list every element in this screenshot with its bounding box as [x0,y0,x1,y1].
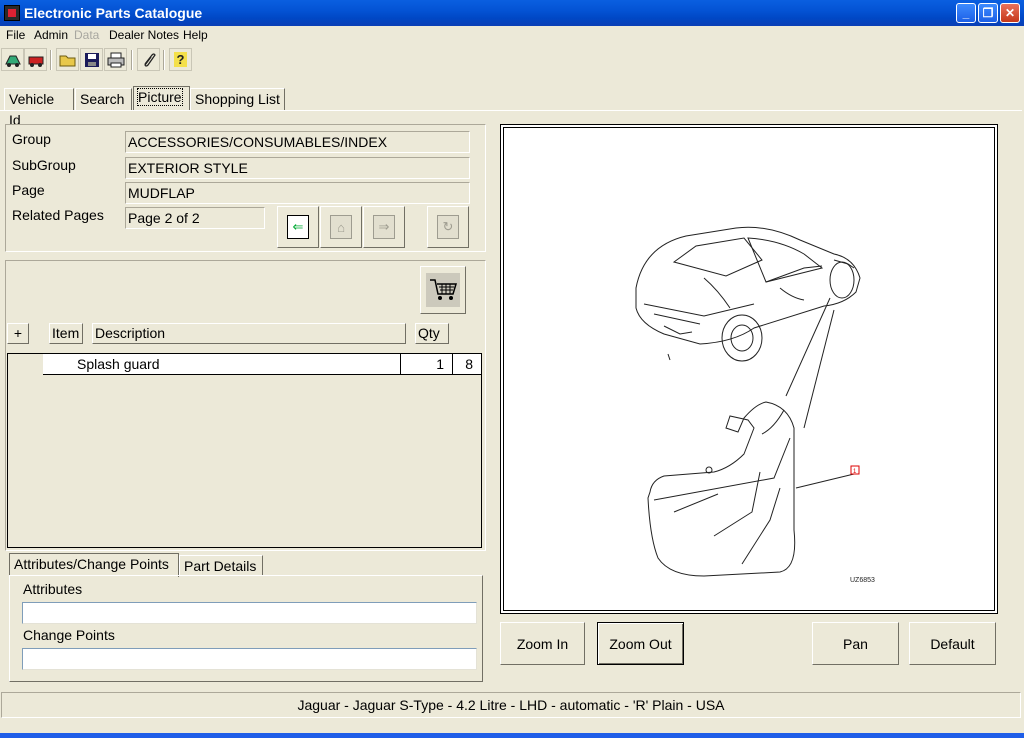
zoom-in-button[interactable]: Zoom In [500,622,585,665]
print-icon[interactable] [104,48,127,71]
home-page-button[interactable]: ⌂ [320,206,362,248]
pan-button[interactable]: Pan [812,622,899,665]
subgroup-label: SubGroup [12,157,76,173]
app-icon [4,5,20,21]
tab-attributes-change-points[interactable]: Attributes/Change Points [9,553,179,577]
title-bar: Electronic Parts Catalogue _ ❐ ✕ [0,0,1024,26]
mudflap-drawing: 1 UZ6853 [635,226,875,584]
restore-button[interactable]: ❐ [978,3,998,23]
menu-help[interactable]: Help [183,28,208,42]
next-page-icon: ⇒ [373,215,395,239]
part-qty: 1 [400,354,452,374]
minimize-button[interactable]: _ [956,3,976,23]
page-field: MUDFLAP [125,182,470,204]
toolbar-separator [50,50,52,70]
drawing-id: UZ6853 [850,577,875,584]
part-description: Splash guard [77,356,160,372]
window-title: Electronic Parts Catalogue [24,5,203,21]
menu-bar: File Admin Data Dealer Notes Help [0,27,1024,45]
part-ref: 8 [452,354,481,374]
tab-search[interactable]: Search [75,88,132,110]
vehicle-status-bar: Jaguar - Jaguar S-Type - 4.2 Litre - LHD… [1,692,1021,718]
illustration-frame: 1 UZ6853 [503,127,995,611]
zoom-out-button[interactable]: Zoom Out [597,622,684,665]
table-row[interactable]: Splash guard 1 8 [43,354,481,375]
expand-column-header[interactable]: + [7,323,29,344]
qty-column-header[interactable]: Qty [415,323,449,344]
page-label: Page [12,182,45,198]
menu-data[interactable]: Data [74,28,99,42]
tab-part-details[interactable]: Part Details [179,555,263,576]
attributes-field[interactable] [22,602,477,624]
group-label: Group [12,131,51,147]
tab-vehicle-id[interactable]: Vehicle Id [4,88,74,128]
home-icon: ⌂ [330,215,352,239]
shopping-cart-icon [426,273,460,307]
change-points-label: Change Points [23,627,115,643]
toolbar-separator [131,50,133,70]
taskbar-strip [0,733,1024,738]
open-folder-icon[interactable] [56,48,79,71]
return-page-button[interactable]: ⇐ [277,206,319,248]
save-icon[interactable] [80,48,103,71]
tab-picture[interactable]: Picture [133,86,190,110]
menu-admin[interactable]: Admin [34,28,68,42]
change-points-field[interactable] [22,648,477,670]
default-view-button[interactable]: Default [909,622,996,665]
description-column-header[interactable]: Description [92,323,406,344]
group-field: ACCESSORIES/CONSUMABLES/INDEX [125,131,470,153]
vehicle-icon[interactable] [1,48,24,71]
close-button[interactable]: ✕ [1000,3,1020,23]
toolbar-separator [163,50,165,70]
parts-table: Splash guard 1 8 [7,353,482,548]
return-arrow-icon: ⇐ [287,215,309,239]
related-pages-label: Related Pages [12,207,104,223]
tab-baseline [0,110,1022,111]
parts-illustration[interactable]: 1 UZ6853 [500,124,998,614]
add-to-cart-button[interactable] [420,266,466,314]
menu-dealer-notes[interactable]: Dealer Notes [109,28,179,42]
subgroup-field: EXTERIOR STYLE [125,157,470,179]
tab-shopping-list[interactable]: Shopping List [190,88,285,110]
main-tabs: Vehicle Id Search Picture Shopping List [2,86,1020,128]
car-icon[interactable] [24,48,47,71]
refresh-icon: ↻ [437,215,459,239]
item-column-header[interactable]: Item [49,323,83,344]
paperclip-icon[interactable] [137,48,160,71]
related-pages-field: Page 2 of 2 [125,207,265,229]
refresh-page-button[interactable]: ↻ [427,206,469,248]
toolbar: ? [0,48,1024,74]
menu-file[interactable]: File [6,28,25,42]
next-page-button[interactable]: ⇒ [363,206,405,248]
attributes-label: Attributes [23,581,83,597]
help-icon[interactable]: ? [169,48,192,71]
